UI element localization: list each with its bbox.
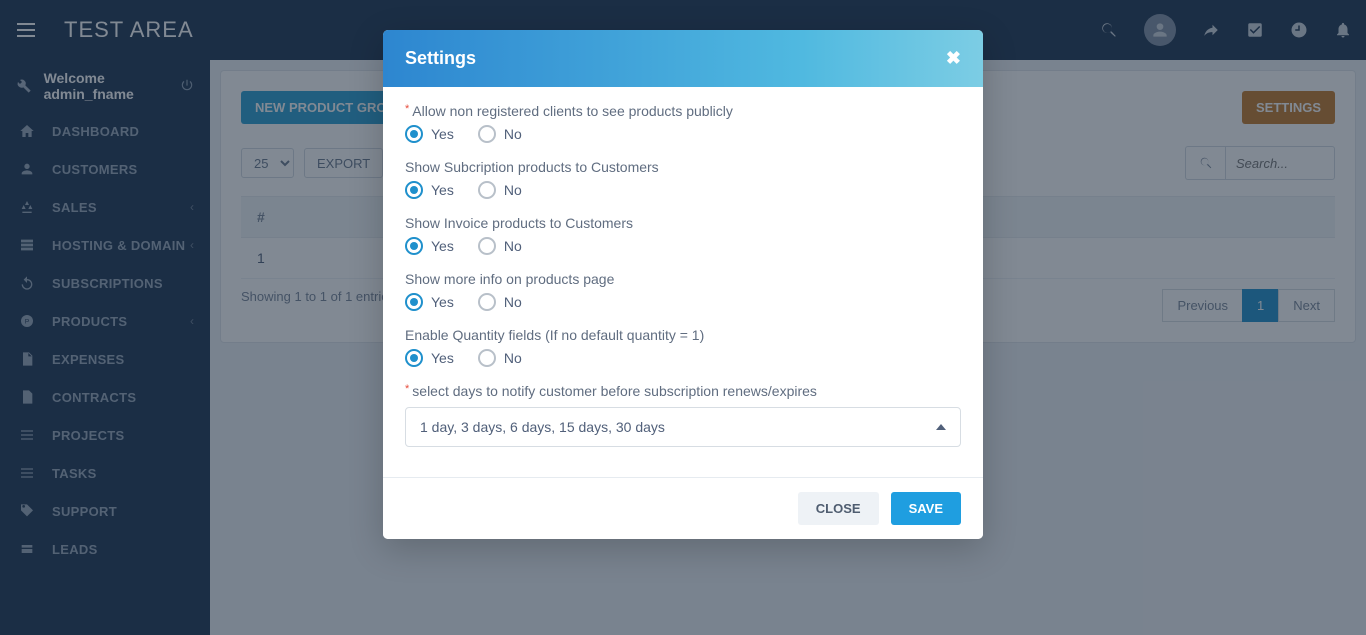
notify-days-value: 1 day, 3 days, 6 days, 15 days, 30 days	[420, 419, 665, 435]
modal-close-button[interactable]: CLOSE	[798, 492, 879, 525]
allow-public-yes-radio[interactable]: Yes	[405, 125, 454, 143]
show-subscription-yes-radio[interactable]: Yes	[405, 181, 454, 199]
modal-body: *Allow non registered clients to see pro…	[383, 87, 983, 477]
setting-notify-days-label: *select days to notify customer before s…	[405, 383, 961, 399]
notify-days-dropdown[interactable]: 1 day, 3 days, 6 days, 15 days, 30 days	[405, 407, 961, 447]
modal-header: Settings ✖	[383, 30, 983, 87]
modal-footer: CLOSE SAVE	[383, 477, 983, 539]
modal-title: Settings	[405, 48, 476, 69]
setting-allow-public-label: *Allow non registered clients to see pro…	[405, 103, 961, 119]
settings-modal: Settings ✖ *Allow non registered clients…	[383, 30, 983, 539]
setting-show-more-info-label: Show more info on products page	[405, 271, 961, 287]
setting-enable-quantity-label: Enable Quantity fields (If no default qu…	[405, 327, 961, 343]
enable-quantity-no-radio[interactable]: No	[478, 349, 522, 367]
show-more-info-yes-radio[interactable]: Yes	[405, 293, 454, 311]
show-more-info-no-radio[interactable]: No	[478, 293, 522, 311]
show-subscription-no-radio[interactable]: No	[478, 181, 522, 199]
caret-up-icon	[936, 424, 946, 430]
show-invoice-no-radio[interactable]: No	[478, 237, 522, 255]
enable-quantity-yes-radio[interactable]: Yes	[405, 349, 454, 367]
close-icon[interactable]: ✖	[946, 48, 961, 69]
show-invoice-yes-radio[interactable]: Yes	[405, 237, 454, 255]
setting-show-subscription-label: Show Subcription products to Customers	[405, 159, 961, 175]
setting-show-invoice-label: Show Invoice products to Customers	[405, 215, 961, 231]
allow-public-no-radio[interactable]: No	[478, 125, 522, 143]
modal-save-button[interactable]: SAVE	[891, 492, 961, 525]
